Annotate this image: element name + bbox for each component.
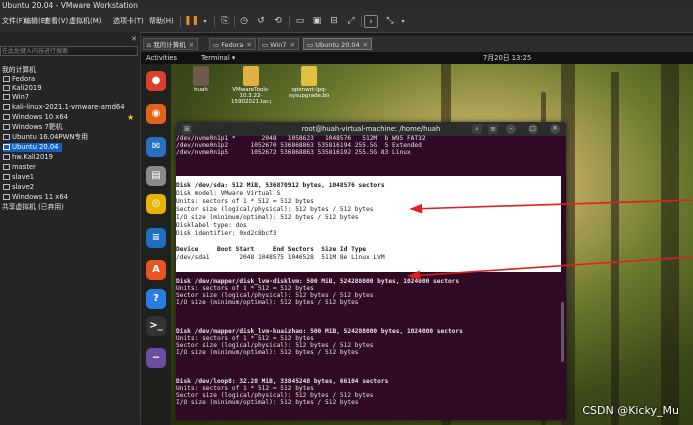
library-item-label: hw.Kali2019 bbox=[12, 153, 53, 161]
library-item-win7[interactable]: Win7 bbox=[3, 93, 29, 102]
vm-icon bbox=[3, 184, 10, 190]
menu-toolbar: 文件(F) 编辑(E) 查看(V) 虚拟机(M) 选项卡(T) 帮助(H) ❚❚… bbox=[0, 11, 693, 33]
tab-win7[interactable]: ▭ Win7 ✕ bbox=[258, 38, 300, 50]
window-titlebar: Ubuntu 20.04 - VMware Workstation bbox=[0, 0, 693, 11]
annotation-arrow bbox=[409, 199, 693, 214]
close-icon[interactable]: ✕ bbox=[363, 41, 368, 49]
library-root[interactable]: 我的计算机 bbox=[2, 66, 36, 75]
library-item-label: master bbox=[12, 163, 36, 171]
firefox-icon[interactable]: ◉ bbox=[146, 104, 166, 124]
library-item-label: Win7 bbox=[12, 93, 30, 101]
library-item-ubuntu20[interactable]: Ubuntu 20.04 bbox=[3, 143, 62, 152]
pause-icon[interactable]: ❚❚ bbox=[184, 15, 199, 28]
menu-help[interactable]: 帮助(H) bbox=[149, 16, 174, 26]
library-item-windows11[interactable]: Windows 11 x64 bbox=[3, 193, 68, 202]
app-icon[interactable]: ~ bbox=[146, 348, 166, 368]
vm-icon bbox=[3, 134, 10, 140]
library-item-label: Ubuntu 20.04 bbox=[12, 143, 59, 151]
help-icon[interactable]: ? bbox=[146, 289, 166, 309]
fit-icon[interactable]: ⤡ bbox=[383, 15, 397, 28]
library-item-windows7[interactable]: Windows 7靶机 bbox=[3, 123, 62, 132]
vm-icon bbox=[3, 174, 10, 180]
vm-icon bbox=[3, 114, 10, 120]
writer-icon[interactable]: ≡ bbox=[146, 228, 166, 248]
console-icon[interactable]: › bbox=[364, 15, 378, 28]
csdn-watermark: CSDN @Kicky_Mu bbox=[582, 404, 679, 417]
unity-icon[interactable]: ▣ bbox=[310, 15, 324, 28]
vm-icon bbox=[3, 94, 10, 100]
favorite-star-icon: ★ bbox=[127, 113, 135, 122]
tab-label: 我的计算机 bbox=[153, 41, 186, 49]
library-item-windows10[interactable]: Windows 10 x64 bbox=[3, 113, 68, 122]
thumbnail-icon[interactable]: ⊟ bbox=[327, 15, 341, 28]
library-item-hw-kali[interactable]: hw.Kali2019 bbox=[3, 153, 53, 162]
software-icon[interactable]: A bbox=[146, 260, 166, 280]
library-item-label: Windows 10 x64 bbox=[12, 113, 68, 121]
library-item-ubuntu16[interactable]: Ubuntu 16.04PWN专用 bbox=[3, 133, 88, 142]
manage-snapshots-icon[interactable]: ⟲ bbox=[271, 15, 285, 28]
library-shared[interactable]: 共享虚拟机 (已弃用) bbox=[2, 203, 64, 212]
toolbar-separator bbox=[180, 16, 181, 27]
library-search-input[interactable]: 在此处键入内容进行搜索 bbox=[0, 46, 138, 56]
vm-icon bbox=[3, 144, 10, 150]
tab-fedora[interactable]: ▭ Fedora ✕ bbox=[209, 38, 256, 50]
toolbar-separator bbox=[361, 16, 362, 27]
library-item-fedora[interactable]: Fedora bbox=[3, 75, 35, 84]
tab-label: Win7 bbox=[270, 41, 287, 49]
tab-ubuntu20[interactable]: ▭ Ubuntu 20.04 ✕ bbox=[303, 38, 373, 50]
annotation-arrow bbox=[407, 256, 693, 281]
library-item-kali2019[interactable]: Kali2019 bbox=[3, 84, 42, 93]
chevron-down-icon[interactable]: ▾ bbox=[396, 15, 410, 28]
menu-vm[interactable]: 虚拟机(M) bbox=[69, 16, 102, 26]
close-icon[interactable]: ✕ bbox=[290, 41, 295, 49]
menu-view[interactable]: 查看(V) bbox=[44, 16, 68, 26]
toolbar-separator bbox=[214, 16, 215, 27]
toolbar-separator bbox=[289, 16, 290, 27]
snapshot-icon[interactable]: ◷ bbox=[237, 15, 251, 28]
chrome-icon[interactable]: ● bbox=[146, 71, 166, 91]
library-item-label: slave2 bbox=[12, 183, 35, 191]
close-icon[interactable]: ✕ bbox=[131, 35, 137, 43]
library-item-label: Windows 7靶机 bbox=[12, 123, 63, 131]
library-item-label: Kali2019 bbox=[12, 84, 42, 92]
thunderbird-icon[interactable]: ✉ bbox=[146, 137, 166, 157]
vm-icon bbox=[3, 194, 10, 200]
chevron-down-icon[interactable]: ▾ bbox=[198, 15, 212, 28]
vm-icon bbox=[3, 124, 10, 130]
toolbar-separator bbox=[234, 16, 235, 27]
vm-icon bbox=[3, 85, 10, 91]
library-item-slave2[interactable]: slave2 bbox=[3, 183, 34, 192]
send-ctrl-alt-del-icon[interactable]: ⎘ bbox=[218, 15, 232, 28]
library-item-label: Ubuntu 16.04PWN专用 bbox=[12, 133, 88, 141]
terminal-icon[interactable]: >_ bbox=[146, 316, 166, 336]
vm-icon bbox=[3, 104, 10, 110]
stretch-icon[interactable]: ⤢ bbox=[344, 15, 358, 28]
view-fullscreen-icon[interactable]: ▭ bbox=[293, 15, 307, 28]
tab-label: Ubuntu 20.04 bbox=[315, 41, 360, 49]
vm-icon bbox=[3, 164, 10, 170]
menu-file[interactable]: 文件(F) bbox=[2, 16, 26, 26]
library-item-master[interactable]: master bbox=[3, 163, 36, 172]
library-item-slave1[interactable]: slave1 bbox=[3, 173, 34, 182]
library-item-kali-linux[interactable]: kali-linux-2021.1-vmware-amd64 bbox=[3, 103, 125, 112]
annotation-arrows bbox=[407, 199, 693, 281]
library-item-label: Fedora bbox=[12, 75, 36, 83]
tab-my-computer[interactable]: ⌂ 我的计算机 ✕ bbox=[143, 38, 199, 50]
rhythmbox-icon[interactable]: ◎ bbox=[146, 194, 166, 214]
revert-icon[interactable]: ↺ bbox=[254, 15, 268, 28]
menu-tabs[interactable]: 选项卡(T) bbox=[113, 16, 144, 26]
vm-tab-bar: ⌂ 我的计算机 ✕ ▭ Fedora ✕ ▭ Win7 ✕ ▭ Ubuntu 20.0… bbox=[141, 36, 693, 52]
tab-label: Fedora bbox=[221, 41, 244, 49]
vm-icon bbox=[3, 76, 10, 82]
vm-display[interactable]: Activities Terminal ▾ 7月20日 13:25 huah V… bbox=[141, 52, 693, 425]
files-icon[interactable]: ▤ bbox=[146, 166, 166, 186]
close-icon[interactable]: ✕ bbox=[246, 41, 251, 49]
library-item-label: Windows 11 x64 bbox=[12, 193, 68, 201]
window-title: Ubuntu 20.04 - VMware Workstation bbox=[2, 1, 138, 10]
library-panel: ✕ 在此处键入内容进行搜索 我的计算机 Fedora Kali2019 Win7… bbox=[0, 32, 141, 425]
library-item-label: kali-linux-2021.1-vmware-amd64 bbox=[12, 103, 125, 111]
library-item-label: slave1 bbox=[12, 173, 35, 181]
close-icon[interactable]: ✕ bbox=[189, 41, 194, 49]
vm-icon bbox=[3, 154, 10, 160]
